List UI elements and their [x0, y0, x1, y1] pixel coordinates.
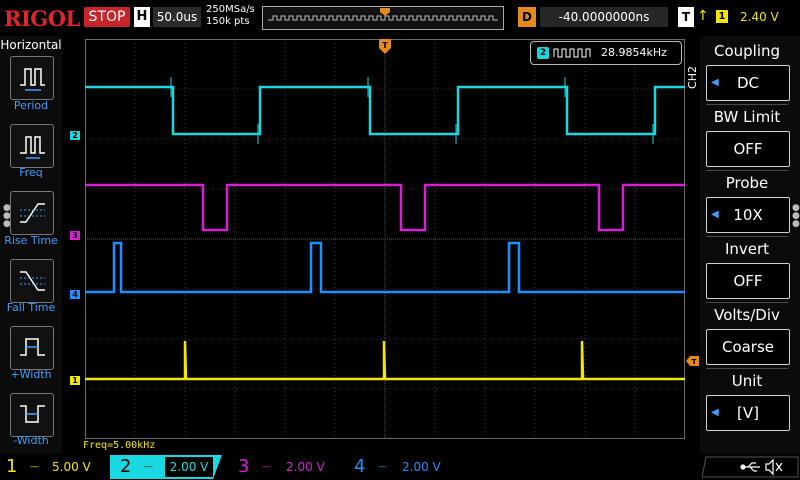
rise-time-icon — [20, 203, 45, 223]
measure-menu-title: Horizontal — [0, 38, 62, 52]
ch1-offset-marker[interactable]: 1 — [70, 376, 80, 385]
ch1-trace — [85, 340, 685, 381]
ch4-status[interactable]: 4 — 2.00 V — [346, 455, 458, 479]
ch3-offset-marker[interactable]: 3 — [70, 231, 80, 240]
coupling-value: DC — [736, 74, 760, 92]
menu-divider — [706, 236, 788, 237]
pos-width-label: +Width — [10, 368, 52, 381]
svg-text:T: T — [382, 41, 388, 50]
unit-value: [V] — [737, 404, 759, 422]
fall-time-label: Fall Time — [6, 301, 56, 314]
ch1-number: 1 — [6, 456, 18, 477]
period-button[interactable] — [10, 56, 54, 100]
fall-time-icon — [20, 271, 45, 291]
usb-icon — [740, 462, 760, 472]
ch3-status[interactable]: 3 — 2.00 V — [228, 455, 340, 479]
run-stop-indicator[interactable]: STOP — [84, 7, 130, 27]
ch2-number: 2 — [120, 456, 132, 477]
freq-button[interactable] — [10, 124, 54, 168]
coupling-option[interactable]: ◀ DC — [706, 65, 790, 101]
mute-icon — [765, 458, 783, 476]
trigger-position-icon[interactable]: T — [378, 38, 392, 58]
freq-label: Freq — [19, 166, 43, 179]
ch4-offset-marker[interactable]: 4 — [70, 290, 80, 299]
frequency-counter: Freq=5.00kHz — [83, 440, 156, 451]
dc-coupling-icon: — — [144, 462, 153, 472]
measure-channel-badge: 2 — [537, 47, 549, 59]
menu-divider — [706, 302, 788, 303]
trigger-label: T — [678, 7, 694, 27]
ch4-number: 4 — [354, 456, 366, 477]
ch4-scale: 2.00 V — [402, 460, 441, 474]
volts-div-value: Coarse — [721, 338, 775, 356]
waveform-display[interactable] — [85, 39, 685, 439]
trigger-level[interactable]: 2.40 V — [740, 7, 794, 27]
invert-option[interactable]: OFF — [706, 263, 790, 299]
frequency-measurement[interactable]: 2 28.9854kHz — [530, 41, 682, 65]
sample-rate: 250MSa/s — [206, 4, 255, 15]
volts-div-option[interactable]: Coarse — [706, 329, 790, 365]
ch2-offset-marker[interactable]: 2 — [70, 131, 80, 140]
memory-overview-bar[interactable] — [262, 6, 504, 30]
neg-width-icon — [20, 405, 45, 423]
menu-divider — [706, 104, 788, 105]
frequency-value: 28.9854kHz — [601, 46, 667, 59]
channel-menu-tag: CH2 — [686, 66, 699, 89]
freq-icon — [20, 136, 45, 159]
pos-width-icon — [20, 338, 45, 356]
menu-divider — [706, 368, 788, 369]
ch3-scale: 2.00 V — [286, 460, 325, 474]
left-arrow-icon: ◀ — [711, 209, 719, 220]
ch1-status[interactable]: 1 — 5.00 V — [0, 455, 110, 479]
rise-time-button[interactable] — [10, 191, 54, 235]
coupling-title: Coupling — [713, 42, 781, 60]
dc-coupling-icon: — — [30, 462, 39, 472]
left-arrow-icon: ◀ — [711, 407, 719, 418]
probe-value: 10X — [733, 206, 763, 224]
memory-overview-wave — [268, 8, 498, 21]
pos-width-button[interactable] — [10, 326, 54, 370]
trigger-level-marker[interactable]: T — [686, 351, 699, 366]
rigol-logo: RIGOL — [4, 6, 80, 31]
bw-limit-value: OFF — [733, 140, 763, 158]
delay-value[interactable]: -40.0000000ns — [540, 7, 668, 27]
neg-width-label: -Width — [13, 434, 49, 447]
unit-title: Unit — [731, 372, 763, 390]
probe-option[interactable]: ◀ 10X — [706, 197, 790, 233]
invert-title: Invert — [724, 240, 770, 258]
sample-info: 250MSa/s 150k pts — [206, 4, 255, 28]
delay-label: D — [518, 7, 536, 27]
volts-div-title: Volts/Div — [714, 306, 780, 324]
ch2-status[interactable]: 2 — 2.00 V — [110, 455, 222, 479]
rise-time-label: Rise Time — [4, 234, 58, 247]
neg-width-button[interactable] — [10, 393, 54, 437]
trigger-source[interactable]: 1 — [716, 10, 728, 23]
dc-coupling-icon: — — [262, 462, 271, 472]
svg-text:T: T — [692, 358, 697, 366]
ch3-number: 3 — [238, 456, 250, 477]
trigger-position-marker — [380, 8, 390, 16]
trigger-level-icon: T — [686, 356, 699, 366]
period-icon — [20, 68, 45, 91]
probe-title: Probe — [725, 174, 769, 192]
bw-limit-option[interactable]: OFF — [706, 131, 790, 167]
system-icons — [701, 456, 799, 478]
fall-time-button[interactable] — [10, 259, 54, 303]
ch1-scale: 5.00 V — [52, 460, 91, 474]
invert-value: OFF — [733, 272, 763, 290]
rising-edge-icon: ↑ — [697, 8, 709, 24]
horizontal-label: H — [134, 7, 150, 27]
unit-option[interactable]: ◀ [V] — [706, 395, 790, 431]
timebase-value[interactable]: 50.0us — [153, 7, 201, 27]
square-wave-icon — [553, 48, 591, 58]
bw-limit-title: BW Limit — [713, 108, 781, 126]
memory-depth: 150k pts — [206, 16, 250, 27]
menu-divider — [706, 170, 788, 171]
dc-coupling-icon: — — [378, 462, 387, 472]
right-page-dots: ● ● ● — [792, 203, 800, 229]
ch2-trace — [85, 85, 685, 136]
period-label: Period — [13, 99, 49, 112]
left-arrow-icon: ◀ — [711, 77, 719, 88]
ch2-scale: 2.00 V — [165, 457, 213, 477]
